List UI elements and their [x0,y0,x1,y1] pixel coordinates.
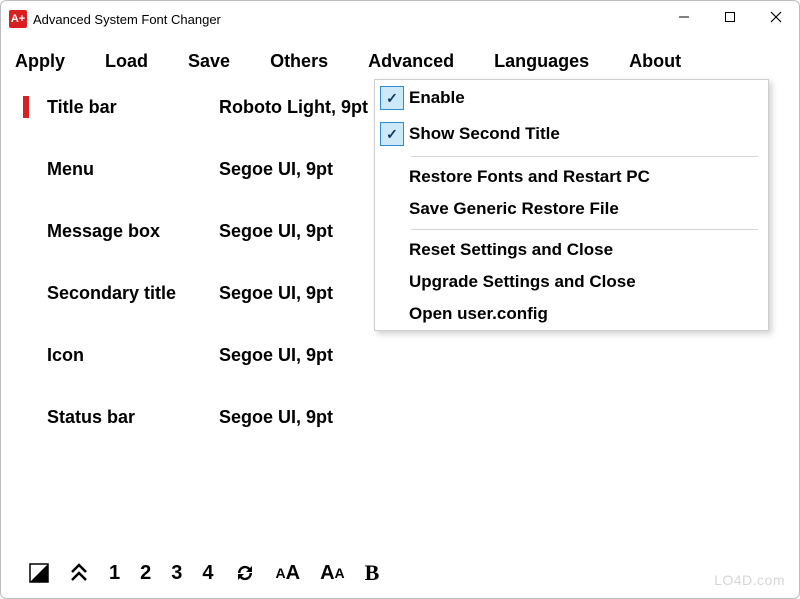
app-icon: A+ [9,10,27,28]
font-case-icon[interactable]: AA [320,562,345,585]
dropdown-enable[interactable]: ✓ Enable [375,80,768,116]
dropdown-label: Upgrade Settings and Close [409,272,636,292]
dropdown-label: Restore Fonts and Restart PC [409,167,650,187]
double-up-icon[interactable] [69,563,89,583]
row-value: Segoe UI, 9pt [219,221,333,242]
row-value: Segoe UI, 9pt [219,407,333,428]
menubar: Apply Load Save Others Advanced Language… [1,37,799,82]
dropdown-label: Show Second Title [409,124,560,144]
row-value: Segoe UI, 9pt [219,345,333,366]
dropdown-reset-close[interactable]: Reset Settings and Close [375,234,768,266]
preset-1-button[interactable]: 1 [109,562,120,585]
row-label: Message box [47,221,219,242]
row-value: Segoe UI, 9pt [219,283,333,304]
row-label: Menu [47,159,219,180]
dropdown-separator [411,156,758,157]
dropdown-show-second-title[interactable]: ✓ Show Second Title [375,116,768,152]
dropdown-restore-fonts[interactable]: Restore Fonts and Restart PC [375,161,768,193]
close-button[interactable] [753,1,799,33]
menu-load[interactable]: Load [105,47,164,76]
titlebar: A+ Advanced System Font Changer [1,1,799,37]
watermark: LO4D.com [714,572,785,588]
font-size-icon[interactable]: AA [276,562,301,585]
dropdown-label: Open user.config [409,304,548,324]
dropdown-label: Save Generic Restore File [409,199,619,219]
row-status-bar[interactable]: Status bar Segoe UI, 9pt [23,406,779,428]
window-controls [661,1,799,33]
check-icon: ✓ [380,86,404,110]
maximize-button[interactable] [707,1,753,33]
minimize-button[interactable] [661,1,707,33]
dropdown-upgrade-close[interactable]: Upgrade Settings and Close [375,266,768,298]
bottom-toolbar: 1 2 3 4 AA AA B [29,560,379,586]
menu-advanced[interactable]: Advanced [368,47,470,76]
app-window: A+ Advanced System Font Changer Apply Lo… [0,0,800,599]
menu-apply[interactable]: Apply [15,47,81,76]
row-label: Title bar [47,97,219,118]
contrast-icon[interactable] [29,563,49,583]
menu-languages[interactable]: Languages [494,47,605,76]
dropdown-open-config[interactable]: Open user.config [375,298,768,330]
row-label: Status bar [47,407,219,428]
preset-4-button[interactable]: 4 [202,562,213,585]
row-value: Roboto Light, 9pt [219,97,368,118]
dropdown-label: Reset Settings and Close [409,240,613,260]
dropdown-separator [411,229,758,230]
preset-2-button[interactable]: 2 [140,562,151,585]
window-title: Advanced System Font Changer [33,12,221,27]
dropdown-save-restore-file[interactable]: Save Generic Restore File [375,193,768,225]
preset-3-button[interactable]: 3 [171,562,182,585]
check-icon: ✓ [380,122,404,146]
bold-icon[interactable]: B [365,560,380,586]
row-label: Icon [47,345,219,366]
menu-others[interactable]: Others [270,47,344,76]
row-icon[interactable]: Icon Segoe UI, 9pt [23,344,779,366]
advanced-dropdown: ✓ Enable ✓ Show Second Title Restore Fon… [374,79,769,331]
refresh-icon[interactable] [234,563,256,583]
row-value: Segoe UI, 9pt [219,159,333,180]
active-marker [23,96,29,118]
row-label: Secondary title [47,283,219,304]
menu-about[interactable]: About [629,47,697,76]
dropdown-label: Enable [409,88,465,108]
menu-save[interactable]: Save [188,47,246,76]
